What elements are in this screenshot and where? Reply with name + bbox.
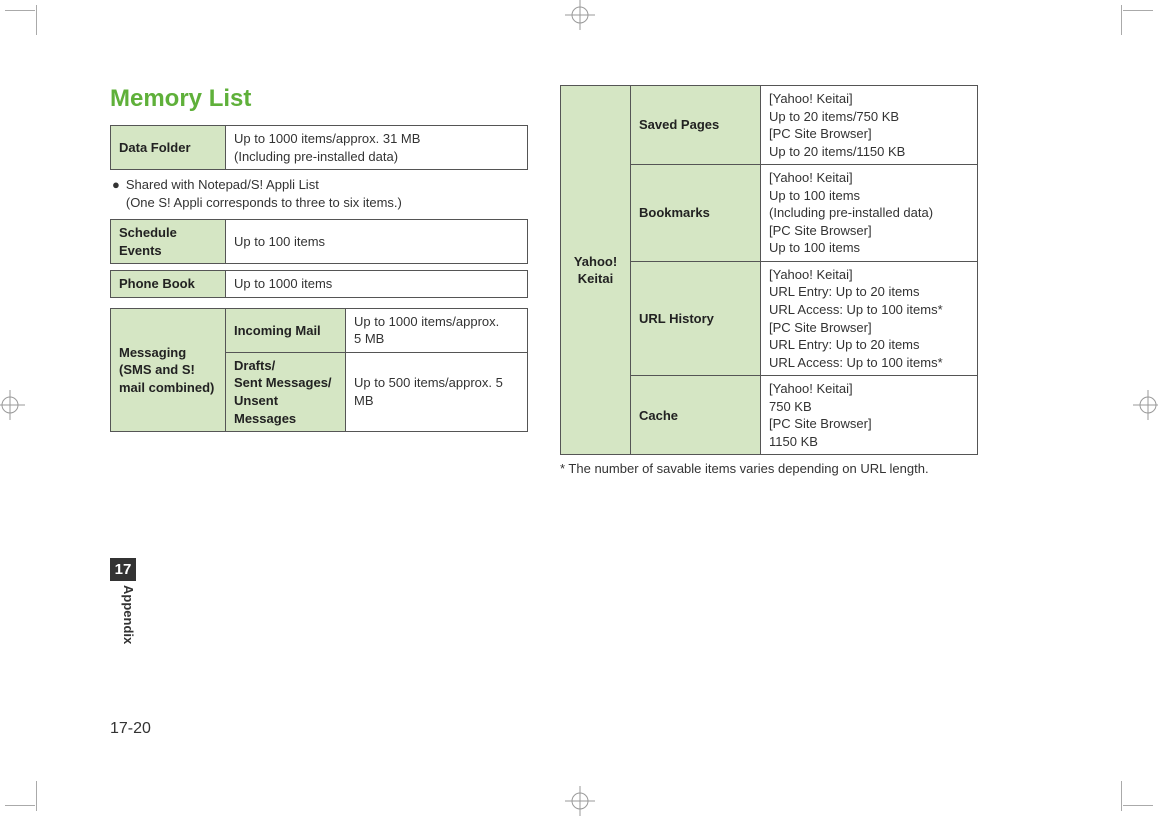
crop-mark <box>1121 781 1122 811</box>
registration-mark-icon <box>0 390 25 420</box>
registration-mark-icon <box>565 0 595 30</box>
note-line1: Shared with Notepad/S! Appli List <box>126 177 319 192</box>
left-column: Memory List Data Folder Up to 1000 items… <box>110 85 528 476</box>
registration-mark-icon <box>1133 390 1158 420</box>
chapter-number: 17 <box>110 558 136 581</box>
crop-mark <box>1123 805 1153 806</box>
messaging-group-label: Messaging (SMS and S! mail combined) <box>111 308 226 431</box>
bookmarks-label: Bookmarks <box>631 165 761 262</box>
yahoo-keitai-table: Yahoo! Keitai Saved Pages [Yahoo! Keitai… <box>560 85 978 455</box>
incoming-mail-label: Incoming Mail <box>226 308 346 352</box>
schedule-table: Schedule Events Up to 100 items <box>110 219 528 264</box>
page-number: 17-20 <box>110 720 151 738</box>
crop-mark <box>1121 5 1122 35</box>
crop-mark <box>5 10 35 11</box>
page-title: Memory List <box>110 85 528 113</box>
note-line2: (One S! Appli corresponds to three to si… <box>126 195 402 210</box>
phonebook-label: Phone Book <box>111 271 226 298</box>
data-folder-label: Data Folder <box>111 126 226 170</box>
crop-mark <box>1123 10 1153 11</box>
phonebook-value: Up to 1000 items <box>226 271 528 298</box>
yahoo-group-label: Yahoo! Keitai <box>561 86 631 455</box>
right-column: Yahoo! Keitai Saved Pages [Yahoo! Keitai… <box>560 85 978 476</box>
url-footnote: * The number of savable items varies dep… <box>560 461 978 476</box>
chapter-label: Appendix <box>110 585 136 644</box>
phonebook-table: Phone Book Up to 1000 items <box>110 270 528 298</box>
registration-mark-icon <box>565 786 595 816</box>
messaging-table: Messaging (SMS and S! mail combined) Inc… <box>110 308 528 432</box>
shared-note: ● Shared with Notepad/S! Appli List (One… <box>112 176 528 211</box>
url-history-label: URL History <box>631 261 761 375</box>
url-history-value: [Yahoo! Keitai] URL Entry: Up to 20 item… <box>761 261 978 375</box>
saved-pages-value: [Yahoo! Keitai] Up to 20 items/750 KB [P… <box>761 86 978 165</box>
data-folder-value: Up to 1000 items/approx. 31 MB (Includin… <box>226 126 528 170</box>
crop-mark <box>36 5 37 35</box>
crop-mark <box>36 781 37 811</box>
bullet-icon: ● <box>112 176 120 211</box>
chapter-tab: 17 Appendix <box>110 558 136 644</box>
schedule-value: Up to 100 items <box>226 220 528 264</box>
schedule-label: Schedule Events <box>111 220 226 264</box>
bookmarks-value: [Yahoo! Keitai] Up to 100 items (Includi… <box>761 165 978 262</box>
crop-mark <box>5 805 35 806</box>
drafts-value: Up to 500 items/approx. 5 MB <box>346 352 528 431</box>
drafts-label: Drafts/ Sent Messages/ Unsent Messages <box>226 352 346 431</box>
incoming-mail-value: Up to 1000 items/approx. 5 MB <box>346 308 528 352</box>
saved-pages-label: Saved Pages <box>631 86 761 165</box>
cache-label: Cache <box>631 376 761 455</box>
data-folder-table: Data Folder Up to 1000 items/approx. 31 … <box>110 125 528 170</box>
cache-value: [Yahoo! Keitai] 750 KB [PC Site Browser]… <box>761 376 978 455</box>
